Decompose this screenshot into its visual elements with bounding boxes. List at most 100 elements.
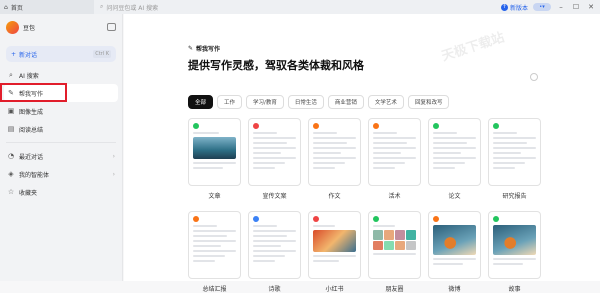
category-tab[interactable]: 工作 [217, 95, 243, 109]
watermark-logo [530, 73, 538, 81]
user-profile[interactable]: 豆包 [0, 14, 122, 40]
card-label: 小红书 [325, 286, 344, 293]
card-label: 作文 [328, 193, 341, 200]
template-grid: 文章 宣传文案 作文 活术 论文 研究报告总结汇报 诗歌 小红书 朋友圈 微博 故事 [188, 118, 541, 293]
category-tab[interactable]: 学习/教育 [246, 95, 284, 109]
template-card[interactable]: 微博 [428, 211, 481, 293]
card-preview [188, 211, 241, 279]
card-preview [308, 118, 361, 186]
category-tab[interactable]: 商业营销 [327, 95, 364, 109]
sidebar-item-label: 最近对话 [19, 153, 44, 161]
sidebar-toggle-icon[interactable] [107, 23, 116, 31]
card-badge-icon [493, 216, 499, 222]
clock-icon: ◔ [7, 152, 15, 160]
template-card[interactable]: 研究报告 [488, 118, 541, 200]
card-label: 朋友圈 [385, 286, 404, 293]
template-card[interactable]: 宣传文案 [248, 118, 301, 200]
card-label: 微博 [448, 286, 461, 293]
watermark: 天极下载站 [439, 30, 507, 65]
tab-home-label: 首页 [10, 4, 23, 12]
category-tab[interactable]: 回复和改写 [407, 95, 450, 109]
card-badge-icon [433, 123, 439, 129]
category-tab[interactable]: 文学艺术 [367, 95, 404, 109]
template-card[interactable]: 朋友圈 [368, 211, 421, 293]
new-version-button[interactable]: ↑ 新版本 [500, 3, 528, 12]
template-card[interactable]: 论文 [428, 118, 481, 200]
title-bar: ⌂ 首页 ⌕ 问问豆包或 AI 搜索 ↑ 新版本 •▾ – ☐ ✕ [0, 0, 600, 14]
sidebar-item-label: AI 搜索 [19, 72, 39, 80]
card-badge-icon [373, 123, 379, 129]
card-preview [428, 118, 481, 186]
card-label: 故事 [508, 286, 521, 293]
bot-icon: ◈ [8, 170, 14, 178]
card-badge-icon [193, 216, 199, 222]
page-title: 提供写作灵感，驾驭各类体裁和风格 [188, 59, 364, 72]
category-tabs: 全部 工作 学习/教育 日常生活 商业营销 文学艺术 回复和改写 [188, 95, 450, 109]
new-version-label: 新版本 [509, 4, 528, 12]
card-label: 文章 [208, 193, 221, 200]
card-badge-icon [253, 216, 259, 222]
top-search[interactable]: ⌕ 问问豆包或 AI 搜索 [94, 3, 501, 12]
top-search-placeholder: 问问豆包或 AI 搜索 [106, 4, 159, 12]
sidebar-item-b-1[interactable]: ◈ 我的智能体 › [4, 165, 118, 183]
update-icon: ↑ [500, 3, 508, 11]
card-badge-icon [253, 123, 259, 129]
kicker-label: 帮我写作 [196, 46, 221, 53]
template-card[interactable]: 总结汇报 [188, 211, 241, 293]
template-card[interactable]: 活术 [368, 118, 421, 200]
writing-icon: ✎ [188, 45, 194, 52]
sidebar-item-a-0[interactable]: ⌕ AI 搜索 [4, 66, 118, 84]
card-badge-icon [313, 216, 319, 222]
image-icon: ▣ [7, 107, 15, 115]
card-preview [308, 211, 361, 279]
template-card[interactable]: 诗歌 [248, 211, 301, 293]
sidebar-item-label: 我的智能体 [19, 171, 50, 179]
search-icon: ⌕ [100, 3, 104, 10]
tab-home[interactable]: ⌂ 首页 [0, 0, 94, 14]
card-preview [488, 118, 541, 186]
sidebar-item-label: 图像生成 [19, 108, 44, 116]
card-label: 总结汇报 [202, 286, 227, 293]
sidebar-item-label: 阅读总结 [19, 126, 44, 134]
maximize-icon[interactable]: ☐ [571, 3, 581, 11]
chevron-right-icon: › [112, 170, 115, 178]
template-card[interactable]: 故事 [488, 211, 541, 293]
card-preview [368, 118, 421, 186]
new-chat-button[interactable]: + 新对话 Ctrl K [6, 46, 116, 62]
sidebar-item-b-0[interactable]: ◔ 最近对话 › [4, 147, 118, 165]
card-label: 论文 [448, 193, 461, 200]
sidebar-item-a-3[interactable]: ▤ 阅读总结 [4, 120, 118, 138]
star-icon: ☆ [7, 188, 15, 196]
home-icon: ⌂ [4, 3, 8, 11]
card-badge-icon [433, 216, 439, 222]
sidebar-item-a-2[interactable]: ▣ 图像生成 [4, 102, 118, 120]
card-badge-icon [373, 216, 379, 222]
main-panel: 天极下载站 ✎ 帮我写作 提供写作灵感，驾驭各类体裁和风格 全部 工作 学习/教育日… [124, 14, 600, 293]
section-kicker: ✎ 帮我写作 [188, 44, 220, 53]
card-preview [248, 118, 301, 186]
card-preview [428, 211, 481, 279]
minimize-icon[interactable]: – [556, 3, 566, 11]
new-chat-label: 新对话 [19, 51, 38, 59]
sidebar-item-b-2[interactable]: ☆ 收藏夹 [4, 183, 118, 201]
card-label: 活术 [388, 193, 401, 200]
avatar [6, 20, 19, 34]
card-preview [368, 211, 421, 279]
card-preview [488, 211, 541, 279]
book-icon: ▤ [7, 125, 15, 133]
close-icon[interactable]: ✕ [586, 3, 596, 11]
divider [6, 142, 116, 143]
account-menu[interactable]: •▾ [533, 3, 551, 11]
category-tab[interactable]: 日常生活 [287, 95, 324, 109]
highlight-box [0, 83, 67, 102]
template-card[interactable]: 小红书 [308, 211, 361, 293]
plus-icon: + [11, 50, 17, 58]
sidebar: 豆包 + 新对话 Ctrl K ⌕ AI 搜索 ✎ 帮我写作 ▣ 图像生成 ▤ 阅读总结 ◔ 最… [0, 14, 123, 281]
template-card[interactable]: 作文 [308, 118, 361, 200]
template-card[interactable]: 文章 [188, 118, 241, 200]
user-name: 豆包 [23, 24, 36, 32]
card-badge-icon [493, 123, 499, 129]
card-preview [248, 211, 301, 279]
new-chat-shortcut: Ctrl K [93, 50, 111, 58]
category-tab[interactable]: 全部 [188, 95, 214, 109]
